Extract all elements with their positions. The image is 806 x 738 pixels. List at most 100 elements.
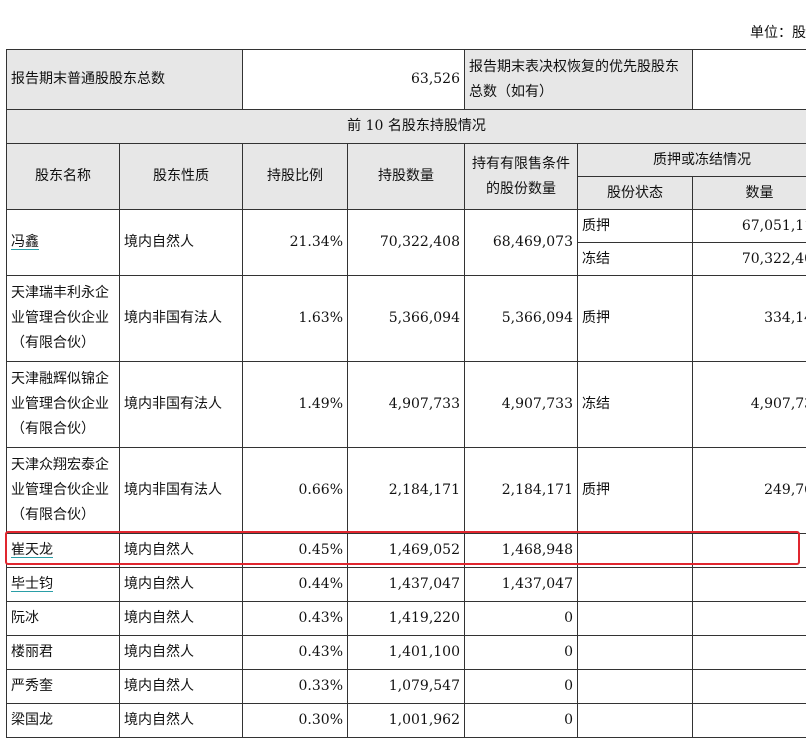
row-name: 天津融辉似锦企业管理合伙企业（有限合伙） xyxy=(7,362,120,448)
row-amount xyxy=(693,534,806,568)
row-ratio: 0.30% xyxy=(243,704,348,738)
row-restricted: 68,469,073 xyxy=(465,210,578,276)
header-qty: 持股数量 xyxy=(348,144,465,210)
row-name: 严秀奎 xyxy=(7,670,120,704)
row-nature: 境内自然人 xyxy=(120,602,243,636)
table-row: 天津瑞丰利永企业管理合伙企业（有限合伙） 境内非国有法人 1.63% 5,366… xyxy=(7,276,806,362)
shareholder-link[interactable]: 崔天龙 xyxy=(11,542,53,558)
row-name: 毕士钧 xyxy=(7,568,120,602)
table-row: 严秀奎 境内自然人 0.33% 1,079,547 0 xyxy=(7,670,806,704)
row-status: 质押 xyxy=(578,448,693,534)
unit-label: 单位：股 xyxy=(750,22,806,42)
total-holders-label: 报告期末普通股股东总数 xyxy=(7,50,243,110)
header-restricted: 持有有限售条件的股份数量 xyxy=(465,144,578,210)
row-status: 冻结 xyxy=(578,362,693,448)
row-name: 天津众翔宏泰企业管理合伙企业（有限合伙） xyxy=(7,448,120,534)
row-ratio: 0.45% xyxy=(243,534,348,568)
row-status: 冻结 xyxy=(578,243,693,276)
row-nature: 境内非国有法人 xyxy=(120,276,243,362)
row-amount xyxy=(693,704,806,738)
row-status xyxy=(578,602,693,636)
table-row: 楼丽君 境内自然人 0.43% 1,401,100 0 xyxy=(7,636,806,670)
table-row: 梁国龙 境内自然人 0.30% 1,001,962 0 xyxy=(7,704,806,738)
row-amount: 67,051,112 xyxy=(693,210,806,243)
table-row: 崔天龙 境内自然人 0.45% 1,469,052 1,468,948 xyxy=(7,534,806,568)
header-nature: 股东性质 xyxy=(120,144,243,210)
row-restricted: 2,184,171 xyxy=(465,448,578,534)
row-nature: 境内自然人 xyxy=(120,210,243,276)
row-qty: 1,001,962 xyxy=(348,704,465,738)
row-status: 质押 xyxy=(578,210,693,243)
row-amount xyxy=(693,670,806,704)
section-title: 前 10 名股东持股情况 xyxy=(7,110,806,144)
row-restricted: 0 xyxy=(465,636,578,670)
table-row: 冯鑫 境内自然人 21.34% 70,322,408 68,469,073 质押… xyxy=(7,210,806,243)
row-restricted: 5,366,094 xyxy=(465,276,578,362)
row-amount xyxy=(693,636,806,670)
table-row: 天津众翔宏泰企业管理合伙企业（有限合伙） 境内非国有法人 0.66% 2,184… xyxy=(7,448,806,534)
row-ratio: 0.33% xyxy=(243,670,348,704)
row-status xyxy=(578,568,693,602)
row-ratio: 1.49% xyxy=(243,362,348,448)
row-ratio: 21.34% xyxy=(243,210,348,276)
row-ratio: 1.63% xyxy=(243,276,348,362)
row-nature: 境内自然人 xyxy=(120,568,243,602)
row-qty: 1,419,220 xyxy=(348,602,465,636)
total-holders-value: 63,526 xyxy=(243,50,465,110)
row-status xyxy=(578,636,693,670)
row-nature: 境内非国有法人 xyxy=(120,448,243,534)
row-name: 楼丽君 xyxy=(7,636,120,670)
row-ratio: 0.43% xyxy=(243,602,348,636)
preferred-holders-label: 报告期末表决权恢复的优先股股东总数（如有） xyxy=(465,50,693,110)
row-amount: 334,143 xyxy=(693,276,806,362)
row-nature: 境内非国有法人 xyxy=(120,362,243,448)
shareholder-table: 报告期末普通股股东总数 63,526 报告期末表决权恢复的优先股股东总数（如有）… xyxy=(6,49,806,738)
row-nature: 境内自然人 xyxy=(120,704,243,738)
row-qty: 5,366,094 xyxy=(348,276,465,362)
header-ratio: 持股比例 xyxy=(243,144,348,210)
row-status xyxy=(578,534,693,568)
row-name: 阮冰 xyxy=(7,602,120,636)
row-nature: 境内自然人 xyxy=(120,534,243,568)
row-restricted: 0 xyxy=(465,670,578,704)
row-qty: 1,437,047 xyxy=(348,568,465,602)
table-row: 阮冰 境内自然人 0.43% 1,419,220 0 xyxy=(7,602,806,636)
row-amount xyxy=(693,568,806,602)
row-qty: 2,184,171 xyxy=(348,448,465,534)
row-ratio: 0.43% xyxy=(243,636,348,670)
row-qty: 1,079,547 xyxy=(348,670,465,704)
row-restricted: 1,437,047 xyxy=(465,568,578,602)
row-qty: 4,907,733 xyxy=(348,362,465,448)
row-name: 梁国龙 xyxy=(7,704,120,738)
row-restricted: 0 xyxy=(465,602,578,636)
row-name: 天津瑞丰利永企业管理合伙企业（有限合伙） xyxy=(7,276,120,362)
header-name: 股东名称 xyxy=(7,144,120,210)
shareholder-link[interactable]: 毕士钧 xyxy=(11,576,53,592)
row-qty: 1,469,052 xyxy=(348,534,465,568)
row-qty: 70,322,408 xyxy=(348,210,465,276)
row-status: 质押 xyxy=(578,276,693,362)
row-qty: 1,401,100 xyxy=(348,636,465,670)
row-restricted: 1,468,948 xyxy=(465,534,578,568)
header-status: 股份状态 xyxy=(578,177,693,210)
row-status xyxy=(578,670,693,704)
row-amount xyxy=(693,602,806,636)
table-row: 毕士钧 境内自然人 0.44% 1,437,047 1,437,047 xyxy=(7,568,806,602)
row-ratio: 0.44% xyxy=(243,568,348,602)
row-amount: 4,907,733 xyxy=(693,362,806,448)
row-ratio: 0.66% xyxy=(243,448,348,534)
row-restricted: 4,907,733 xyxy=(465,362,578,448)
preferred-holders-value: 0 xyxy=(693,50,806,110)
row-name: 崔天龙 xyxy=(7,534,120,568)
row-restricted: 0 xyxy=(465,704,578,738)
shareholder-link[interactable]: 冯鑫 xyxy=(11,234,39,250)
row-name: 冯鑫 xyxy=(7,210,120,276)
header-amount: 数量 xyxy=(693,177,806,210)
row-nature: 境内自然人 xyxy=(120,636,243,670)
row-amount: 249,761 xyxy=(693,448,806,534)
row-nature: 境内自然人 xyxy=(120,670,243,704)
header-pledge-group: 质押或冻结情况 xyxy=(578,144,806,177)
row-status xyxy=(578,704,693,738)
table-row: 天津融辉似锦企业管理合伙企业（有限合伙） 境内非国有法人 1.49% 4,907… xyxy=(7,362,806,448)
row-amount: 70,322,408 xyxy=(693,243,806,276)
